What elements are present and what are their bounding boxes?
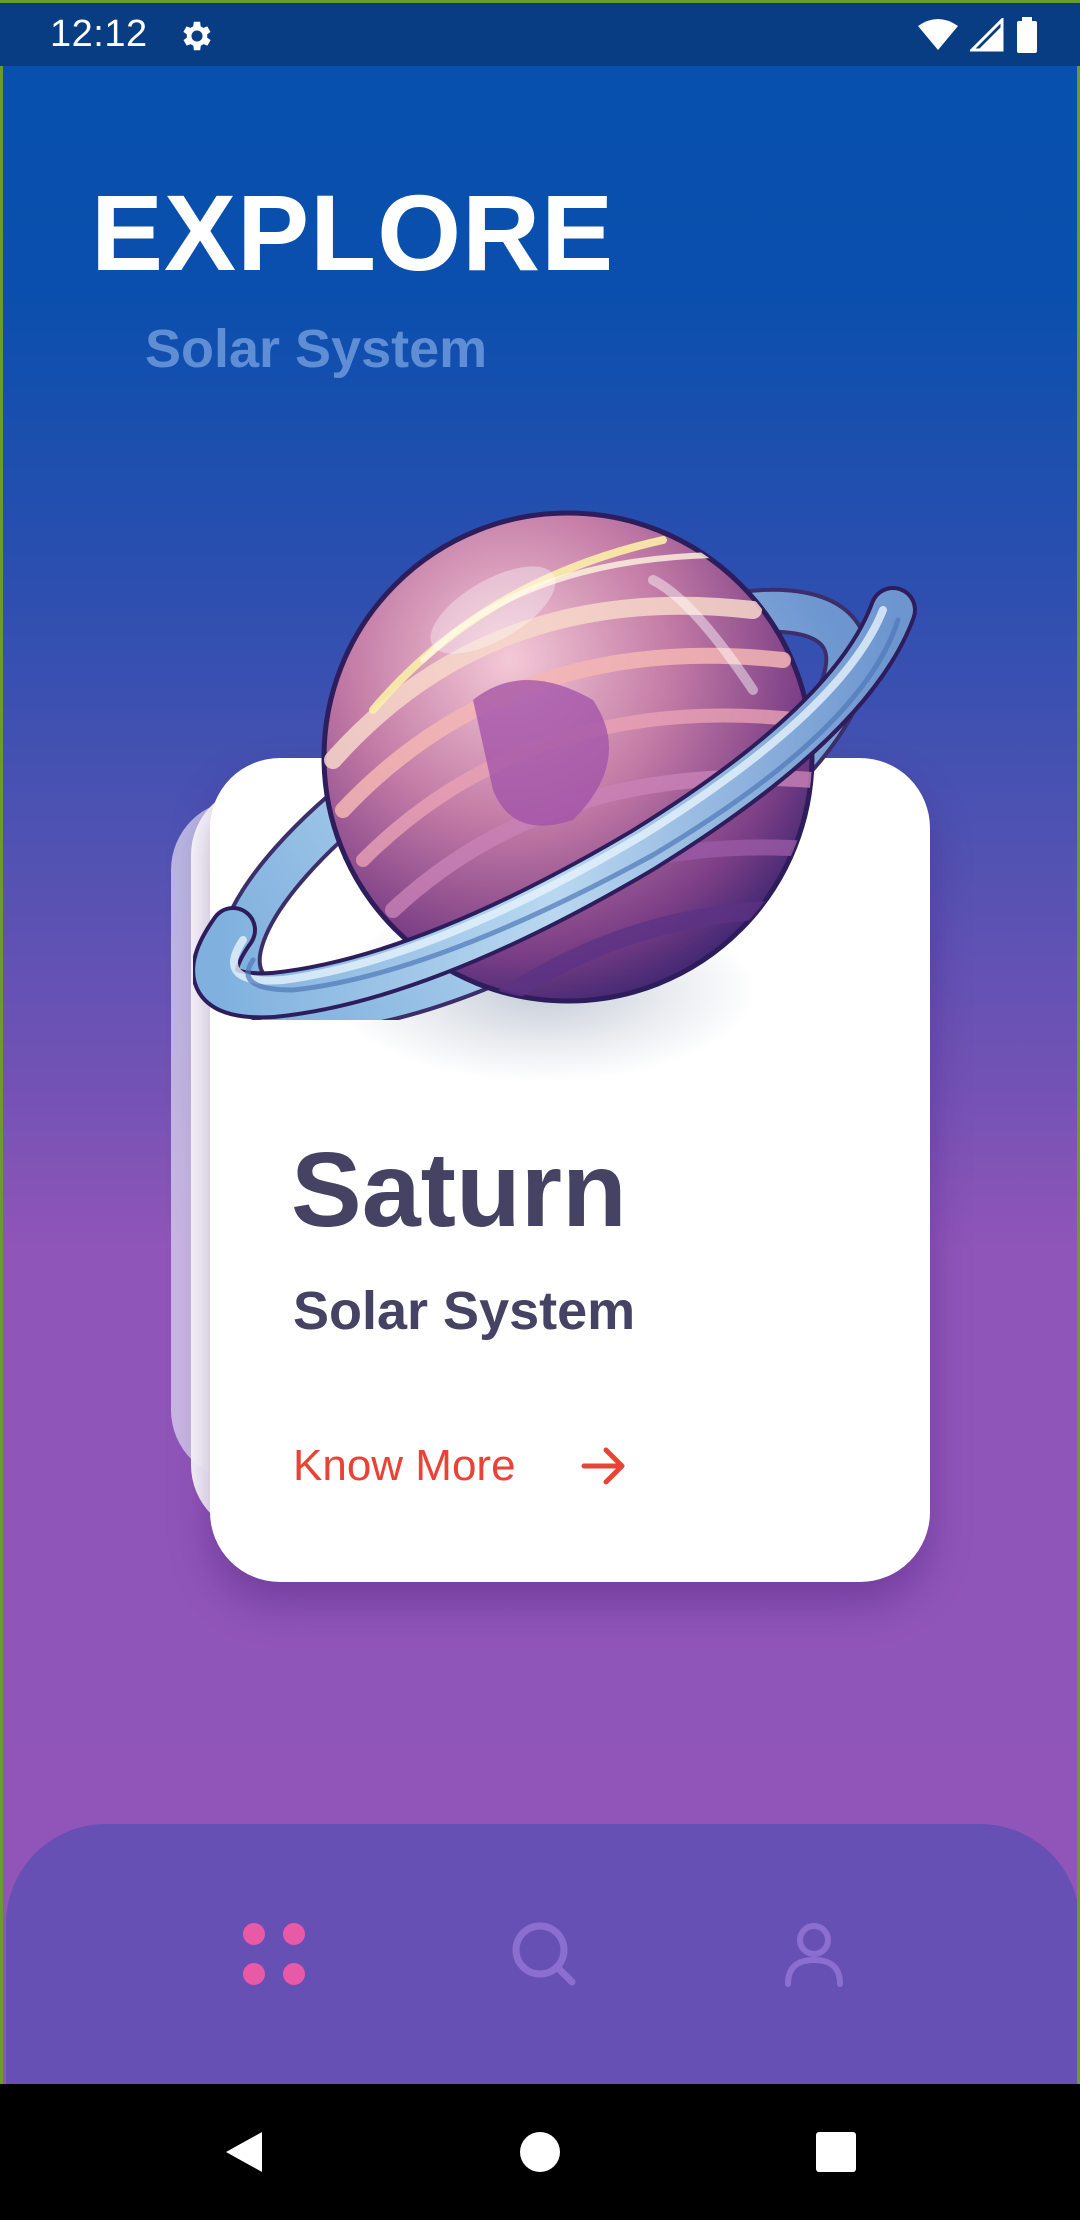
nav-home-button[interactable] [234, 1914, 314, 1994]
status-bar: 12:12 [0, 0, 1080, 66]
back-icon [226, 2132, 262, 2172]
nav-profile-button[interactable] [774, 1914, 854, 1994]
grid-dots-icon [243, 1923, 305, 1985]
status-icons [918, 17, 1038, 53]
home-icon [520, 2132, 560, 2172]
status-time: 12:12 [50, 13, 148, 55]
arrow-right-icon [581, 1447, 625, 1485]
system-back-button[interactable] [216, 2124, 272, 2180]
bottom-navigation [6, 1824, 1077, 2084]
know-more-button[interactable]: Know More [293, 1440, 630, 1492]
know-more-label: Know More [293, 1441, 516, 1490]
system-home-button[interactable] [512, 2124, 568, 2180]
planet-subtitle: Solar System [293, 1281, 636, 1341]
saturn-image [193, 510, 917, 1020]
system-recents-button[interactable] [808, 2124, 864, 2180]
app-content: EXPLORE Solar System Saturn Solar System… [0, 0, 1080, 2084]
planet-name: Saturn [291, 1131, 627, 1249]
recents-icon [816, 2132, 856, 2172]
search-icon [512, 1922, 576, 1986]
page-title: EXPLORE [91, 172, 615, 293]
system-navigation-bar [0, 2084, 1080, 2220]
profile-icon [785, 1923, 843, 1987]
battery-icon [1017, 17, 1037, 53]
cell-signal-icon [970, 18, 1004, 52]
page-subtitle: Solar System [145, 319, 488, 379]
app-screen: EXPLORE Solar System Saturn Solar System… [0, 0, 1080, 2220]
wifi-icon [918, 19, 958, 50]
gear-icon [183, 21, 211, 51]
nav-search-button[interactable] [504, 1914, 584, 1994]
